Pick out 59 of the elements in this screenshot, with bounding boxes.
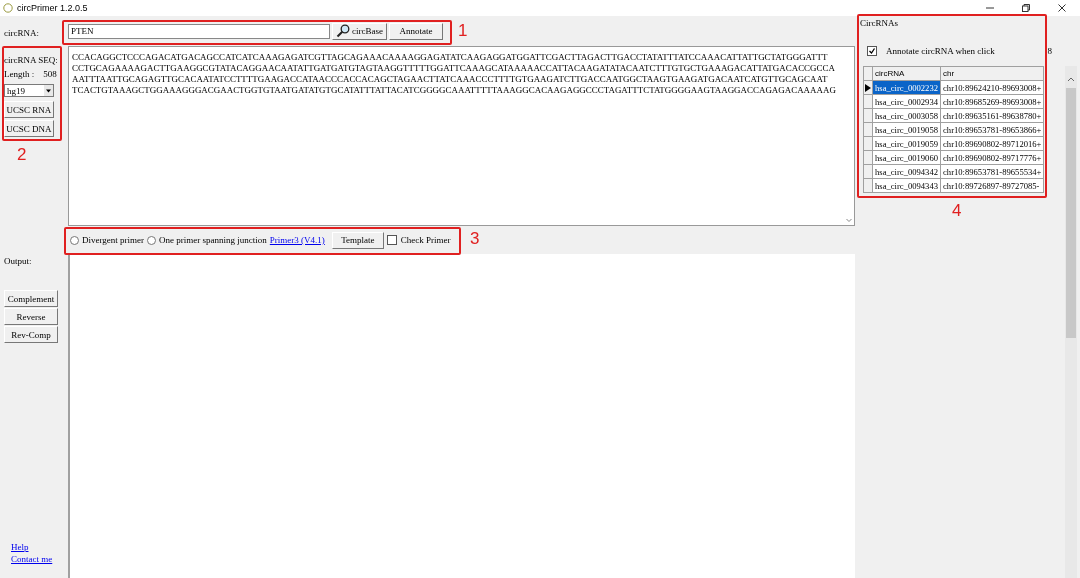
- app-icon: [3, 3, 13, 13]
- circbase-button[interactable]: circBase: [332, 22, 387, 40]
- table-cell[interactable]: hsa_circ_0003058: [872, 108, 941, 123]
- ucsc-button[interactable]: UCSC DNA: [4, 120, 54, 137]
- scroll-up-icon: [1067, 76, 1075, 82]
- radio-option[interactable]: One primer spanning junction: [147, 235, 267, 245]
- table-cell[interactable]: hsa_circ_0094342: [872, 164, 941, 179]
- primer3-link[interactable]: Primer3 (V4.1): [269, 235, 325, 245]
- table-cell[interactable]: chr10:89685269-89693008+: [940, 94, 1044, 109]
- search-icon: [336, 24, 350, 38]
- annotation-number: 1: [458, 21, 468, 41]
- sequence-button[interactable]: Complement: [4, 290, 58, 307]
- output-label: Output:: [4, 256, 33, 266]
- annotation-number: 2: [17, 145, 27, 165]
- link[interactable]: Help: [11, 542, 66, 552]
- sequence-line: CCTGCAGAAAAGACTTGAAGGCGTATACAGGAACAATATTGATGATGTAGTAAGGTTTTTGGATTCAAAGCATAAAAACCATTACAAGATATACAATCTTTGTGCTGAAAGACATTATGACACCGCCA: [72, 63, 836, 74]
- template-button[interactable]: Template: [331, 231, 384, 249]
- sequence-line: CCACAGGCTCCCAGACATGACAGCCATCATCAAAGAGATCGTTAGCAGAAACAAAAGGAGATATCAAGAGGATGGATTCGACTTAGACTTGACCTATATTTATCCAAACATTATTGCTATGGGATTT: [72, 52, 829, 63]
- sequence-textarea[interactable]: [68, 46, 855, 226]
- check-icon: [868, 47, 876, 55]
- window-title: circPrimer 1.2.0.5: [17, 3, 88, 13]
- sequence-line: TCACTGTAAAGCTGGAAAGGGACGAACTGGTGTAATGATATGTGCATATTTATTACATCGGGGCAAATTTTTAAAGGCACAAGAGGCCCTAGATTTCTATGGGGAAGTAAGGACCAGAGACAAAAAG: [72, 85, 837, 96]
- radio-option[interactable]: Divergent primer: [70, 235, 145, 245]
- table-cell[interactable]: chr10:89690802-89712016+: [940, 136, 1044, 151]
- link[interactable]: Contact me: [11, 554, 66, 564]
- search-field[interactable]: PTEN: [68, 23, 330, 39]
- table-cell[interactable]: hsa_circ_0019058: [872, 122, 941, 137]
- column-header[interactable]: chr: [940, 66, 1044, 81]
- table-cell[interactable]: chr10:89624210-89693008+: [940, 80, 1044, 95]
- annotate-button[interactable]: Annotate: [389, 22, 443, 40]
- table-cell[interactable]: chr10:89726897-89727085-: [940, 178, 1044, 193]
- ucsc-button[interactable]: UCSC RNA: [4, 101, 54, 118]
- table-cell[interactable]: hsa_circ_0094343: [872, 178, 941, 193]
- annotation-number: 4: [952, 201, 962, 221]
- annotation-number: 3: [470, 229, 480, 249]
- table-cell[interactable]: chr10:89653781-89655534+: [940, 164, 1044, 179]
- section-label: circRNA SEQ:: [4, 55, 59, 65]
- sequence-line: AATTTAATTGCAGAGTTGCACAATATCCTTTTGAAGACCATAACCCACCACAGCTAGAACTTATCAAACCCTTTTGTGAAGATCTTGACCAATGGCTAAGTGAAGATGACAATCATGTTGCAGCAAT: [72, 74, 829, 85]
- table-cell[interactable]: hsa_circ_0019059: [872, 136, 941, 151]
- genome-dropdown[interactable]: hg19: [4, 84, 54, 97]
- table-cell[interactable]: chr10:89653781-89653866+: [940, 122, 1044, 137]
- count-label: 8: [1047, 46, 1052, 56]
- close-icon[interactable]: [1057, 3, 1067, 13]
- sequence-button[interactable]: Rev-Comp: [4, 326, 58, 343]
- group-title: CircRNAs: [860, 18, 899, 28]
- restore-icon[interactable]: [1021, 3, 1031, 13]
- table-cell[interactable]: chr10:89635161-89638780+: [940, 108, 1044, 123]
- field-label: circRNA:: [4, 28, 40, 38]
- length-label: Length :: [4, 69, 35, 79]
- column-header[interactable]: circRNA: [872, 66, 941, 81]
- table-cell[interactable]: hsa_circ_0019060: [872, 150, 941, 165]
- sequence-button[interactable]: Reverse: [4, 308, 58, 325]
- scrollbar[interactable]: [1065, 66, 1077, 578]
- length-value: 508: [43, 69, 57, 79]
- table-cell[interactable]: hsa_circ_0002934: [872, 94, 941, 109]
- annotate-checkbox[interactable]: Annotate circRNA when click: [867, 46, 995, 56]
- table-cell[interactable]: chr10:89690802-89717776+: [940, 150, 1044, 165]
- check-primer-checkbox[interactable]: Check Primer: [386, 235, 451, 245]
- caret-icon: [44, 85, 53, 96]
